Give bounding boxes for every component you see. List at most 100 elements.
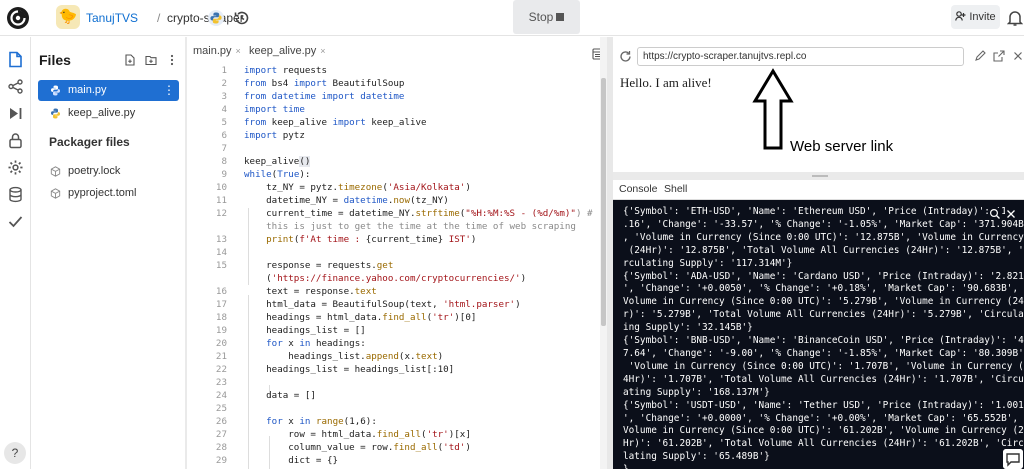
new-folder-icon[interactable] [145, 54, 157, 66]
tab-main-py[interactable]: main.py × [193, 45, 241, 57]
editor-tabs: main.py × keep_alive.py × [187, 45, 607, 65]
check-icon[interactable] [7, 213, 24, 230]
package-icon [50, 188, 61, 199]
invite-button[interactable]: Invite [951, 5, 1000, 29]
console-line: rculating Supply': '117.314M'} [623, 257, 793, 269]
close-icon[interactable] [1012, 50, 1024, 62]
line-number: 20 [215, 338, 227, 349]
tab-label: main.py [193, 45, 232, 57]
tab-console[interactable]: Console [619, 183, 658, 195]
user-avatar[interactable]: 🐤 [56, 5, 80, 29]
invite-label: Invite [969, 11, 996, 23]
python-file-icon [51, 85, 60, 96]
python-icon [208, 10, 224, 26]
replit-logo[interactable] [6, 6, 30, 30]
new-tab-icon[interactable] [993, 50, 1005, 62]
database-icon[interactable] [7, 186, 24, 203]
new-file-icon[interactable] [124, 54, 136, 66]
line-number: 16 [215, 286, 227, 297]
code-line: import requests [244, 65, 327, 76]
tab-keep-alive-py[interactable]: keep_alive.py × [249, 45, 326, 57]
console-tabs: Console Shell [613, 180, 1024, 200]
file-item-main-py[interactable]: main.py ⋮ [38, 80, 179, 101]
console-line: ating Supply': '168.137M'} [623, 386, 770, 398]
splitter-grip[interactable] [812, 175, 828, 177]
file-options-icon[interactable]: ⋮ [163, 80, 175, 101]
lock-icon[interactable] [7, 132, 24, 149]
code-line: from datetime import datetime [244, 91, 405, 102]
line-number: 4 [221, 104, 227, 115]
file-item-pyproject-toml[interactable]: pyproject.toml [38, 183, 179, 204]
line-number: 10 [215, 182, 227, 193]
add-user-icon [955, 11, 966, 21]
code-line: keep_alive() [244, 156, 311, 167]
stop-label: Stop [528, 10, 554, 24]
console-output[interactable]: {'Symbol': 'ETH-USD', 'Name': 'Ethereum … [613, 200, 1024, 469]
file-name: main.py [68, 84, 107, 96]
code-line: column_value = row.find_all('td') [244, 442, 471, 453]
packager-files-title: Packager files [49, 135, 130, 149]
code-line: headings_list = [] [244, 325, 366, 336]
code-line: while(True): [244, 169, 311, 180]
close-icon[interactable]: × [236, 46, 241, 56]
gear-icon[interactable] [7, 159, 24, 176]
code-line: row = html_data.find_all('tr')[x] [244, 429, 471, 440]
share-icon[interactable] [7, 78, 24, 95]
code-line: headings_list.append(x.text) [244, 351, 444, 362]
help-button[interactable]: ? [4, 442, 26, 464]
line-number: 13 [215, 234, 227, 245]
line-number: 26 [215, 416, 227, 427]
console-line: ', 'Change': '+0.0050', '% Change': '+0.… [623, 283, 1024, 295]
console-line: lating Supply': '65.489B'} [623, 451, 770, 463]
bell-icon[interactable] [1007, 9, 1023, 27]
line-number: 6 [221, 130, 227, 141]
code-line: headings = html_data.find_all('tr')[0] [244, 312, 477, 323]
line-number: 8 [221, 156, 227, 167]
line-number: 7 [221, 143, 227, 154]
chat-icon[interactable] [1003, 449, 1023, 469]
search-icon[interactable] [989, 208, 1001, 220]
history-icon[interactable] [233, 9, 251, 27]
file-item-poetry-lock[interactable]: poetry.lock [38, 161, 179, 182]
file-item-keep-alive-py[interactable]: keep_alive.py [38, 103, 179, 124]
tab-label: keep_alive.py [249, 45, 317, 57]
code-line: data = [] [244, 390, 316, 401]
console-line: , 'Volume in Currency (Since 0:00 UTC)':… [623, 231, 1024, 243]
code-area[interactable]: 1 import requests 2 from bs4 import Beau… [187, 63, 607, 469]
line-number: 5 [221, 117, 227, 128]
console-line: 4Hr)': '1.707B', 'Total Volume All Curre… [623, 373, 1024, 385]
line-number: 14 [215, 247, 227, 258]
stop-button[interactable]: Stop [513, 0, 580, 34]
code-line: headings_list = headings_list[:10] [244, 364, 455, 375]
run-icon[interactable] [7, 105, 24, 122]
line-number: 19 [215, 325, 227, 336]
console-line: Volume in Currency (Since 0:00 UTC)': '5… [623, 296, 1024, 308]
files-icon[interactable] [7, 51, 24, 68]
console-line: {'Symbol': 'BNB-USD', 'Name': 'BinanceCo… [623, 335, 1024, 347]
stop-icon [556, 13, 565, 21]
python-file-icon [51, 108, 60, 119]
line-number: 25 [215, 403, 227, 414]
webview-url-input[interactable]: https://crypto-scraper.tanujtvs.repl.co [637, 47, 964, 66]
code-line: for x in range(1,6): [266, 416, 377, 427]
console-line: {'Symbol': 'USDT-USD', 'Name': 'Tether U… [623, 399, 1024, 411]
code-line: import pytz [244, 130, 305, 141]
line-number: 21 [215, 351, 227, 362]
code-line: dict = {} [244, 455, 339, 466]
breadcrumb-user[interactable]: TanujTVS [86, 11, 138, 25]
edit-icon[interactable] [974, 50, 986, 62]
line-number: 12 [215, 208, 227, 219]
console-line: Volume in Currency (Since 0:00 UTC)': '6… [623, 425, 1024, 437]
files-panel: Files main.py ⋮ keep_alive.py Packager f… [31, 37, 185, 469]
refresh-icon[interactable] [619, 50, 632, 63]
activity-rail: ? [0, 37, 31, 469]
console-line: .16', 'Change': '-33.57', '% Change': '-… [623, 218, 1024, 230]
editor-scrollbar-thumb[interactable] [601, 78, 606, 326]
tab-shell[interactable]: Shell [664, 183, 687, 195]
clear-console-icon[interactable] [1005, 208, 1017, 220]
more-options-icon[interactable] [166, 54, 178, 66]
console-line: ing Supply': '32.145B'} [623, 322, 753, 334]
files-panel-title: Files [39, 52, 71, 68]
close-icon[interactable]: × [320, 46, 325, 56]
line-number: 3 [221, 91, 227, 102]
